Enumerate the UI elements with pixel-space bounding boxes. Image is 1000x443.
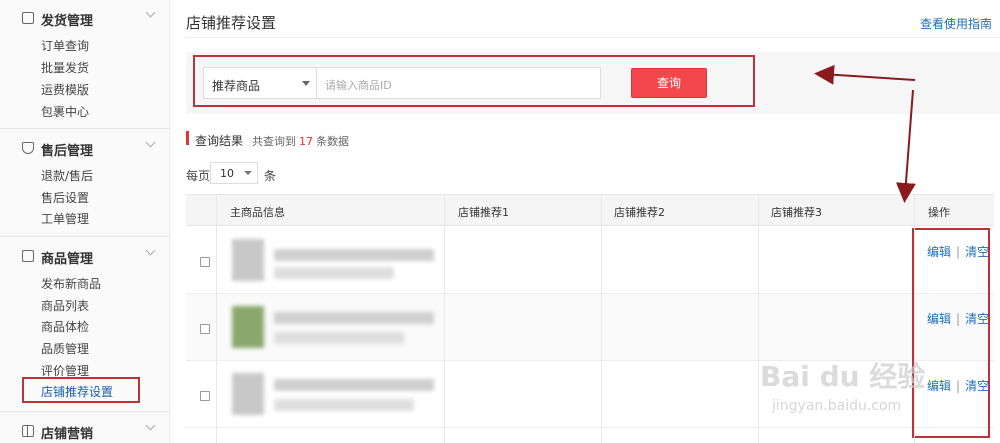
result-marker (186, 131, 189, 145)
box-icon (22, 250, 34, 262)
actions-highlight-box (912, 228, 990, 438)
sidebar-item-quality[interactable]: 品质管理 (41, 340, 89, 357)
query-button[interactable]: 查询 (631, 68, 707, 98)
sidebar-group-header-aftersale[interactable]: 售后管理 (0, 133, 170, 163)
product-thumbnail (232, 306, 264, 348)
blurred-product-title (274, 249, 434, 261)
sidebar-divider (0, 236, 170, 237)
blurred-product-meta (274, 267, 394, 279)
caret-down-icon (244, 171, 252, 175)
per-page-value: 10 (220, 167, 234, 180)
sidebar-item-order-query[interactable]: 订单查询 (41, 37, 89, 54)
blurred-product-meta (274, 332, 404, 344)
column-header-rec2: 店铺推荐2 (614, 206, 665, 219)
per-page-select[interactable]: 10 (210, 162, 258, 184)
sidebar-item-product-check[interactable]: 商品体检 (41, 318, 89, 335)
sidebar-item-batch-ship[interactable]: 批量发货 (41, 59, 89, 76)
chevron-down-icon (145, 137, 156, 148)
sidebar-group-title: 发货管理 (41, 14, 94, 29)
main-content: 店铺推荐设置 查看使用指南 推荐商品 请输入商品ID 查询 查询结果 共查询到 1… (170, 0, 1000, 443)
product-id-input[interactable]: 请输入商品ID (317, 67, 601, 99)
sidebar-group-title: 售后管理 (41, 144, 94, 159)
column-header-rec3: 店铺推荐3 (771, 206, 822, 219)
row-checkbox[interactable] (200, 324, 210, 334)
sidebar-group-header-products[interactable]: 商品管理 (0, 241, 170, 271)
result-title: 查询结果 (195, 134, 244, 148)
sidebar-item-shipping-template[interactable]: 运费模版 (41, 81, 89, 98)
sidebar-group-header-shipping[interactable]: 发货管理 (0, 3, 170, 33)
column-separator (444, 194, 445, 443)
search-panel: 推荐商品 请输入商品ID 查询 (186, 52, 1000, 114)
sidebar-divider (0, 411, 170, 412)
sidebar-item-ticket-management[interactable]: 工单管理 (41, 210, 89, 227)
column-separator (601, 194, 602, 443)
per-page-label: 每页 (186, 169, 211, 183)
chevron-down-icon (145, 245, 156, 256)
sidebar-item-parcel-center[interactable]: 包裹中心 (41, 103, 89, 120)
guide-link[interactable]: 查看使用指南 (920, 15, 992, 32)
page-title: 店铺推荐设置 (186, 14, 277, 32)
chevron-down-icon (145, 7, 156, 18)
blurred-product-title (274, 379, 434, 391)
row-checkbox[interactable] (200, 257, 210, 267)
table-row: 编辑 | 清空 (186, 227, 994, 294)
shield-icon (22, 142, 34, 154)
chevron-down-icon (145, 420, 156, 431)
blurred-product-meta (274, 399, 414, 411)
row-checkbox[interactable] (200, 391, 210, 401)
sidebar-group-header-marketing[interactable]: 店铺营销 (0, 416, 170, 443)
sidebar-divider (0, 128, 170, 129)
sidebar-item-refund[interactable]: 退款/售后 (41, 167, 93, 184)
product-thumbnail (232, 373, 264, 415)
title-divider (186, 37, 1000, 38)
table-row: 编辑 | 清空 (186, 361, 994, 428)
column-header-rec1: 店铺推荐1 (458, 206, 509, 219)
column-separator (216, 194, 217, 443)
result-count-suffix: 条数据 (316, 135, 349, 148)
sidebar-item-store-recommend[interactable]: 店铺推荐设置 (22, 377, 140, 403)
sidebar-group-title: 商品管理 (41, 252, 94, 267)
column-separator (914, 194, 915, 443)
result-count: 共查询到 17 条数据 (252, 133, 349, 149)
sidebar-item-publish-product[interactable]: 发布新商品 (41, 275, 101, 292)
document-icon (22, 12, 34, 24)
column-header-product: 主商品信息 (230, 206, 285, 219)
sidebar-group-title: 店铺营销 (41, 427, 94, 442)
search-type-select[interactable]: 推荐商品 (203, 67, 317, 99)
sidebar-item-product-list[interactable]: 商品列表 (41, 297, 89, 314)
caret-down-icon (302, 81, 310, 86)
column-separator (758, 194, 759, 443)
per-page-unit: 条 (264, 169, 277, 183)
result-count-number: 17 (299, 135, 313, 148)
sidebar-item-aftersale-settings[interactable]: 售后设置 (41, 189, 89, 206)
blurred-product-title (274, 312, 434, 324)
product-thumbnail (232, 239, 264, 281)
sidebar: 发货管理 订单查询 批量发货 运费模版 包裹中心 售后管理 退款/售后 售后设置… (0, 0, 170, 443)
result-count-prefix: 共查询到 (252, 135, 296, 148)
table-row: 编辑 | 清空 (186, 294, 994, 361)
search-type-value: 推荐商品 (212, 79, 261, 93)
table-header: 主商品信息 店铺推荐1 店铺推荐2 店铺推荐3 操作 (186, 194, 994, 226)
gift-icon (22, 425, 34, 437)
column-header-actions: 操作 (928, 206, 950, 219)
